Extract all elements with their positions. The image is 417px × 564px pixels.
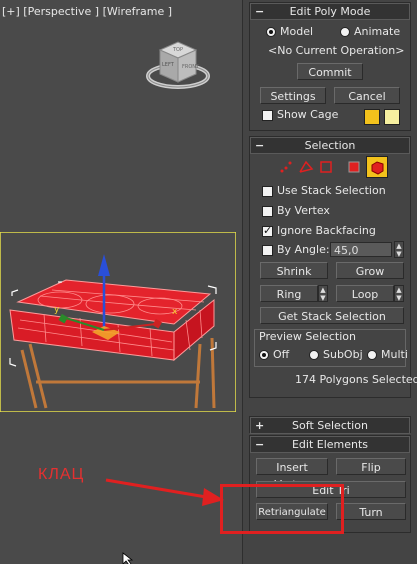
subobject-element-icon[interactable] [366, 156, 388, 178]
flip-button[interactable]: Flip [336, 458, 406, 475]
get-stack-selection-button[interactable]: Get Stack Selection [260, 307, 404, 324]
gizmo-x-label: x [172, 307, 178, 317]
animate-radio[interactable] [340, 27, 350, 37]
subobject-edge-icon[interactable] [298, 159, 314, 175]
selection-status-text: 174 Polygons Selected [295, 373, 417, 386]
viewport-label[interactable]: [+] [Perspective ] [Wireframe ] [2, 5, 172, 18]
angle-input[interactable]: 45,0 [330, 242, 392, 257]
collapse-icon: − [255, 438, 265, 451]
use-stack-selection-label: Use Stack Selection [277, 184, 386, 197]
by-angle-checkbox[interactable] [262, 245, 273, 256]
expand-icon: + [255, 419, 265, 432]
mouse-cursor-icon [122, 552, 134, 564]
subobject-vertex-icon[interactable] [278, 159, 294, 175]
ignore-backfacing-checkbox[interactable] [262, 224, 273, 237]
ring-spinner[interactable]: ▲ ▼ [318, 285, 328, 302]
grow-button[interactable]: Grow [336, 262, 404, 279]
preview-off-radio[interactable] [259, 350, 269, 360]
edit-poly-mode-header[interactable]: − Edit Poly Mode [250, 3, 410, 20]
model-radio[interactable] [266, 27, 276, 37]
command-panel: − Edit Poly Mode Model Animate <No Curre… [242, 0, 417, 564]
soft-selection-header[interactable]: + Soft Selection [250, 417, 410, 434]
viewcube-front-label: FRONT [182, 64, 200, 70]
selection-rollout: − Selection Use Stack Selection By Verte… [249, 136, 417, 398]
ignore-backfacing-label: Ignore Backfacing [277, 224, 376, 237]
collapse-icon: − [255, 139, 265, 152]
animate-label: Animate [354, 25, 401, 38]
preview-subobj-label: SubObj [323, 348, 363, 361]
loop-button[interactable]: Loop [336, 285, 394, 302]
commit-button[interactable]: Commit [297, 63, 363, 80]
current-operation-text: <No Current Operation> [268, 44, 405, 57]
cage-color-swatch-1[interactable] [364, 109, 380, 125]
annotation-label: КЛАЦ [38, 466, 85, 483]
preview-multi-label: Multi [381, 348, 408, 361]
use-stack-selection-checkbox[interactable] [262, 186, 273, 197]
subobject-polygon-icon[interactable] [346, 159, 362, 175]
annotation-highlight-box [220, 484, 344, 534]
show-cage-label: Show Cage [277, 108, 339, 121]
collapse-icon: − [255, 5, 265, 18]
preview-off-label: Off [273, 348, 290, 361]
edit-elements-title: Edit Elements [291, 438, 369, 451]
subobject-border-icon[interactable] [318, 159, 334, 175]
preview-selection-label: Preview Selection [259, 330, 357, 343]
soft-selection-title: Soft Selection [292, 419, 368, 432]
scene-object[interactable]: x y [0, 232, 236, 412]
preview-selection-group: Preview Selection Off SubObj Multi [254, 329, 408, 367]
annotation-arrow-icon [105, 478, 224, 506]
viewcube-left-label: LEFT [162, 62, 175, 68]
by-vertex-label: By Vertex [277, 204, 330, 217]
show-cage-checkbox[interactable] [262, 110, 273, 121]
gizmo-y-label: y [54, 305, 60, 315]
viewcube-top-label: TOP [172, 47, 183, 53]
perspective-viewport[interactable]: [+] [Perspective ] [Wireframe ] FRONT LE… [0, 0, 242, 564]
by-vertex-checkbox[interactable] [262, 206, 273, 217]
preview-multi-radio[interactable] [367, 350, 377, 360]
insert-vertex-button[interactable]: Insert Vertex [256, 458, 328, 491]
shrink-button[interactable]: Shrink [260, 262, 328, 279]
model-label: Model [280, 25, 314, 38]
edit-elements-header[interactable]: − Edit Elements [250, 436, 410, 453]
selection-header[interactable]: − Selection [250, 137, 410, 154]
by-angle-label: By Angle: [277, 243, 330, 256]
selection-title: Selection [304, 139, 356, 152]
ring-button[interactable]: Ring [260, 285, 318, 302]
viewcube-icon[interactable]: FRONT LEFT TOP [146, 36, 210, 96]
loop-spinner[interactable]: ▲ ▼ [394, 285, 404, 302]
edit-poly-mode-title: Edit Poly Mode [289, 5, 371, 18]
turn-button[interactable]: Turn [336, 503, 406, 520]
angle-spinner[interactable]: ▲ ▼ [394, 241, 404, 258]
edit-poly-mode-rollout: − Edit Poly Mode Model Animate <No Curre… [249, 2, 411, 131]
cancel-button[interactable]: Cancel [334, 87, 400, 104]
preview-subobj-radio[interactable] [309, 350, 319, 360]
settings-button[interactable]: Settings [260, 87, 326, 104]
cage-color-swatch-2[interactable] [384, 109, 400, 125]
soft-selection-rollout: + Soft Selection [249, 416, 411, 434]
